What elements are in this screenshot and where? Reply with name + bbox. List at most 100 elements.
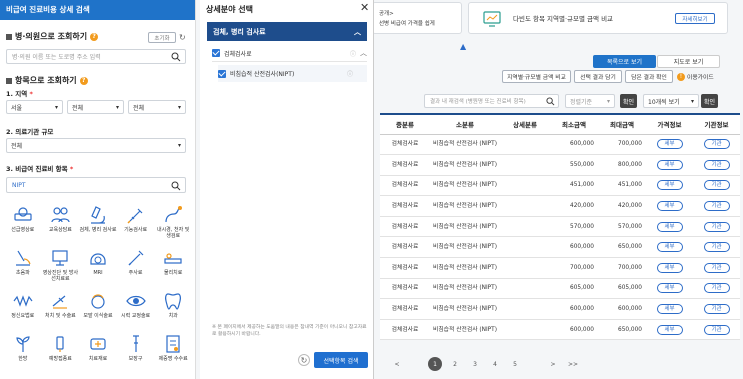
category-ultrasound[interactable]: 초음파 [4, 243, 42, 286]
institution-button[interactable]: 기관 [703, 159, 730, 170]
next-page-button[interactable]: > [546, 357, 560, 371]
price-detail-button[interactable]: 세부 [656, 262, 683, 273]
item-search-input[interactable]: NIPT [6, 177, 186, 193]
category-consult[interactable]: 교육상담료 [42, 200, 80, 243]
hospital-search-input[interactable]: 병·의원 이름 또는 도로명 주소 입력 [6, 49, 186, 64]
institution-button[interactable]: 기관 [703, 262, 730, 273]
price-detail-button[interactable]: 세부 [656, 180, 683, 191]
region-compare-button[interactable]: 지역별·규모별 금액 비교 [502, 70, 571, 83]
institution-button[interactable]: 기관 [703, 283, 730, 294]
price-detail-button[interactable]: 세부 [656, 242, 683, 253]
price-detail-button[interactable]: 세부 [656, 221, 683, 232]
sort-select[interactable]: 정렬기준 ▾ [565, 94, 615, 108]
detail-item-row[interactable]: 비침습적 산전검사(NIPT) ⓘ [218, 65, 367, 82]
institution-button[interactable]: 기관 [703, 180, 730, 191]
checkbox-checked[interactable] [218, 69, 226, 78]
price-detail-button[interactable]: 세부 [656, 139, 683, 150]
save-results-button[interactable]: 선택 결과 담기 [574, 70, 622, 83]
region-select-district[interactable]: 전체 ▾ [67, 100, 124, 114]
category-eye[interactable]: 시력 교정술료 [117, 286, 155, 329]
page-button[interactable]: 1 [428, 357, 442, 371]
consult-icon [51, 207, 70, 223]
price-detail-button[interactable]: 세부 [656, 283, 683, 294]
category-vaccine[interactable]: 예방접종료 [42, 329, 80, 372]
per-page-confirm-button[interactable]: 확인 [701, 94, 718, 108]
category-label: 정신요법료 [11, 313, 35, 319]
category-tooth[interactable]: 치과 [154, 286, 192, 329]
category-syringe[interactable]: 기능검사료 [117, 200, 155, 243]
institution-button[interactable]: 기관 [703, 324, 730, 335]
category-injection[interactable]: 주사료 [117, 243, 155, 286]
page-button[interactable]: 2 [448, 357, 462, 371]
table-cell: 검체검사료 [380, 236, 430, 259]
category-brainwave[interactable]: 정신요법료 [4, 286, 42, 329]
institution-button[interactable]: 기관 [703, 139, 730, 150]
info-banner[interactable]: 공개> 선병 비급여 가격을 쉽게 [372, 2, 462, 34]
details-button[interactable]: 자세히보기 [675, 13, 715, 24]
prev-page-button[interactable]: < [390, 357, 404, 371]
search-icon[interactable] [171, 181, 181, 191]
endoscope-icon [165, 206, 183, 223]
per-page-select[interactable]: 10개씩 보기 ▾ [643, 94, 699, 108]
institution-button[interactable]: 기관 [703, 221, 730, 232]
region-select-city[interactable]: 서울 ▾ [6, 100, 63, 114]
category-herbal[interactable]: 한방 [4, 329, 42, 372]
table-cell: 600,000 [550, 319, 598, 341]
close-icon[interactable]: ✕ [360, 1, 369, 14]
price-detail-button[interactable]: 세부 [656, 159, 683, 170]
reset-selection-icon[interactable]: ↻ [298, 354, 310, 366]
category-group-header[interactable]: 검체, 병리 검사료 ︿ [207, 22, 367, 41]
institution-button[interactable]: 기관 [703, 201, 730, 212]
institution-button[interactable]: 기관 [703, 304, 730, 315]
table-cell [500, 319, 550, 341]
price-detail-button[interactable]: 세부 [656, 324, 683, 335]
page-button[interactable]: 5 [508, 357, 522, 371]
compare-banner[interactable]: 다빈도 항목 지역별·규모별 금액 비교 자세히보기 [468, 2, 728, 34]
result-search-input[interactable]: 결과 내 재검색 (병원명 또는 진료비 항목) [424, 94, 559, 108]
category-crutch[interactable]: 보장구 [117, 329, 155, 372]
category-material[interactable]: 치료재료 [79, 329, 117, 372]
table-cell [500, 298, 550, 320]
apply-selection-button[interactable]: 선택항목 검색 [314, 352, 368, 368]
check-results-button[interactable]: 담은 결과 확인 [625, 70, 673, 83]
guide-link[interactable]: ! 이용가이드 [677, 72, 714, 81]
institution-button[interactable]: 기관 [703, 242, 730, 253]
price-detail-button[interactable]: 세부 [656, 201, 683, 212]
search-icon[interactable] [171, 52, 181, 62]
price-detail-button[interactable]: 세부 [656, 304, 683, 315]
reset-button[interactable]: 초기화 [148, 32, 176, 43]
tab-map-view[interactable]: 지도로 보기 [657, 55, 720, 68]
size-select[interactable]: 전체 ▾ [6, 138, 186, 153]
tab-list-view[interactable]: 목록으로 보기 [593, 55, 656, 68]
category-hair[interactable]: 모발 이식술료 [79, 286, 117, 329]
category-xray[interactable]: 영상진단 및 방사선치료료 [42, 243, 80, 286]
institution-info-cell: 기관 [693, 175, 740, 197]
category-endoscope[interactable]: 내시경, 천자 및 생검료 [154, 200, 192, 243]
category-certificate[interactable]: 제증명 수수료 [154, 329, 192, 372]
page-button[interactable]: 3 [468, 357, 482, 371]
checkbox-checked[interactable] [212, 49, 220, 57]
category-surgery[interactable]: 처치 및 수술료 [42, 286, 80, 329]
table-row: 검체검사료 비침습적 산전검사 (NIPT) 550,000 800,000 세부 기관 [380, 154, 740, 176]
help-icon[interactable]: ? [79, 76, 88, 85]
chevron-up-icon[interactable]: ︿ [360, 48, 367, 58]
help-icon[interactable]: ⓘ [347, 69, 353, 78]
category-microscope[interactable]: 검체, 병리 검사료 [79, 200, 117, 243]
category-therapy[interactable]: 물리치료 [154, 243, 192, 286]
square-bullet-icon [6, 33, 12, 40]
last-page-button[interactable]: >> [566, 357, 580, 371]
category-mri[interactable]: MRI [79, 243, 117, 286]
region-select-town[interactable]: 전체 ▾ [128, 100, 186, 114]
collapse-up-icon[interactable]: ▲ [460, 42, 466, 51]
refresh-icon[interactable]: ↻ [179, 33, 186, 42]
page-button[interactable]: 4 [488, 357, 502, 371]
help-icon[interactable]: ⓘ [350, 49, 356, 58]
reset-control[interactable]: 초기화 ↻ [148, 32, 186, 43]
price-info-cell: 세부 [646, 319, 693, 341]
banner-line1: 공개> [379, 11, 394, 17]
search-icon[interactable] [546, 97, 555, 106]
subcategory-row[interactable]: 검체검사료 ⓘ ︿ [212, 45, 367, 62]
category-scanner[interactable]: 선급영상료 [4, 200, 42, 243]
help-icon[interactable]: ? [90, 32, 99, 41]
sort-confirm-button[interactable]: 확인 [620, 94, 637, 108]
